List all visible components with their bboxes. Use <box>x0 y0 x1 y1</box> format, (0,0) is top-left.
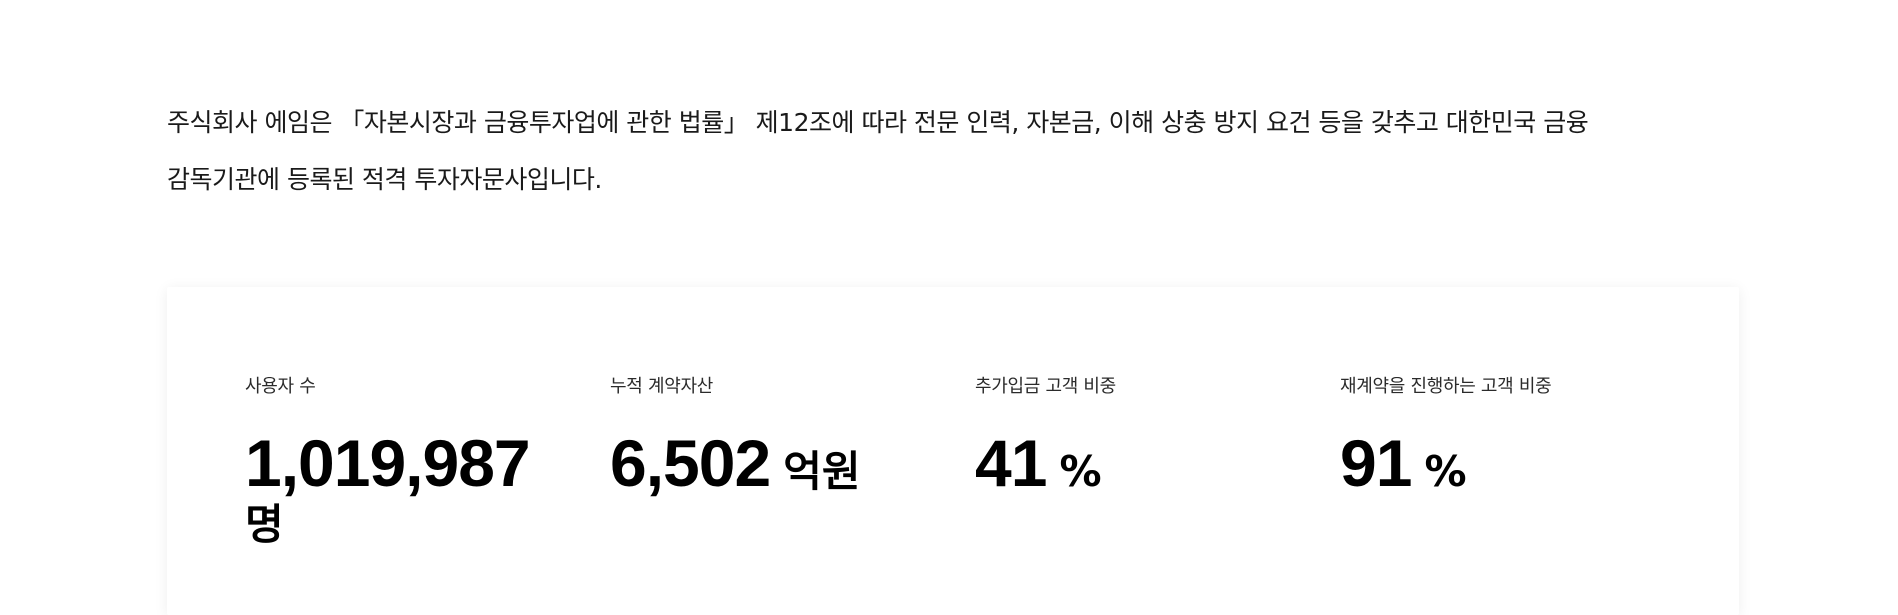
stat-value: 1,019,987 명 <box>245 423 531 549</box>
stats-card: 사용자 수 1,019,987 명 누적 계약자산 6,502 억원 추가입금 … <box>167 287 1739 615</box>
stat-number: 1,019,987 <box>245 426 531 500</box>
stat-unit: % <box>1059 447 1102 496</box>
stat-unit: % <box>1424 447 1467 496</box>
company-intro: 주식회사 에임은 「자본시장과 금융투자업에 관한 법률」 제12조에 따라 전… <box>167 94 1727 208</box>
stat-number: 6,502 <box>610 426 771 500</box>
intro-line-2: 감독기관에 등록된 적격 투자자문사입니다. <box>167 165 602 194</box>
stat-number: 41 <box>975 426 1047 500</box>
stat-unit: 억원 <box>783 447 861 496</box>
stat-label: 사용자 수 <box>245 376 316 397</box>
stat-value: 41 % <box>975 423 1102 503</box>
stat-label: 추가입금 고객 비중 <box>975 376 1116 397</box>
stat-value: 6,502 억원 <box>610 423 861 503</box>
stat-unit: 명 <box>245 500 284 549</box>
stat-label: 재계약을 진행하는 고객 비중 <box>1340 376 1552 397</box>
stat-value: 91 % <box>1340 423 1467 503</box>
stat-label: 누적 계약자산 <box>610 376 713 397</box>
intro-line-1: 주식회사 에임은 「자본시장과 금융투자업에 관한 법률」 제12조에 따라 전… <box>167 108 1589 137</box>
stat-number: 91 <box>1340 426 1412 500</box>
